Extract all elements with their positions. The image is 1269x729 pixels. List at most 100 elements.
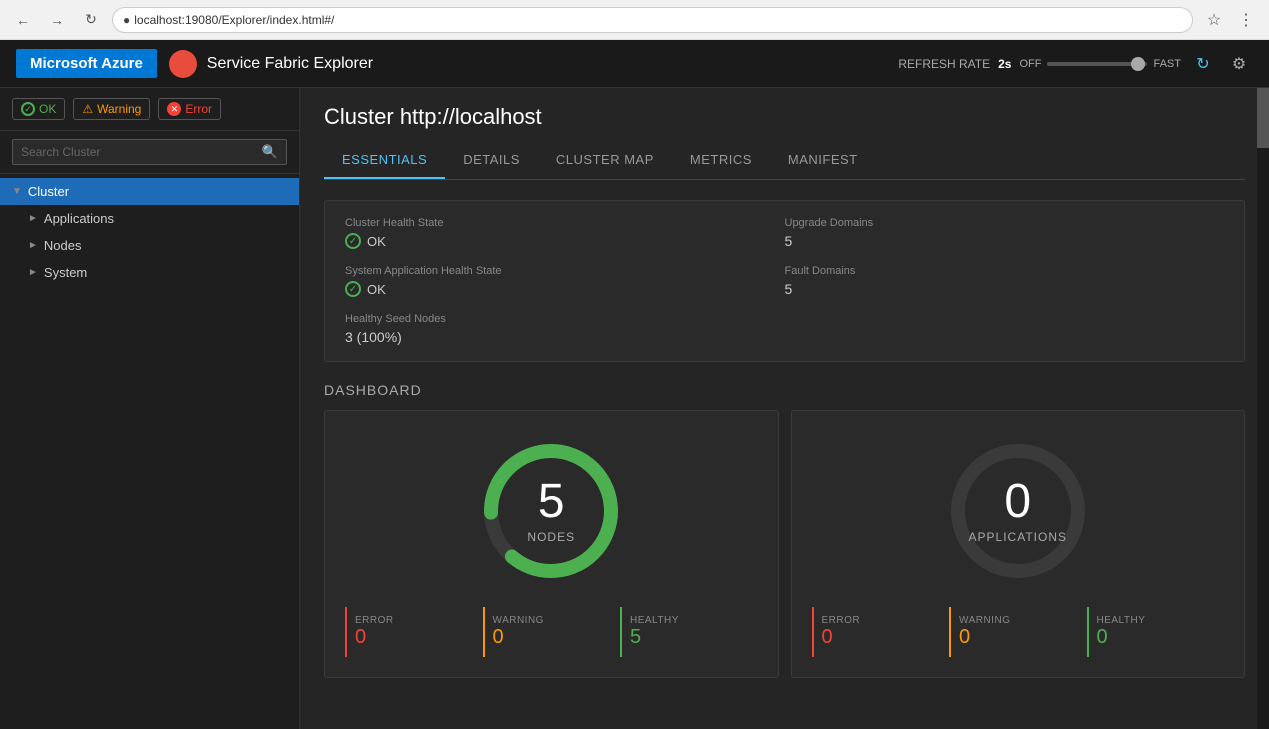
fault-domains-field: Fault Domains 5 [785,265,1225,297]
apps-error-label: ERROR [822,615,946,626]
tab-metrics[interactable]: METRICS [672,142,770,179]
settings-button[interactable]: ⚙ [1225,50,1253,78]
app-title-container: Service Fabric Explorer [169,50,373,78]
cluster-label: Cluster [28,184,69,199]
cluster-health-value: ✓ OK [345,233,785,249]
app-container: Microsoft Azure Service Fabric Explorer … [0,40,1269,729]
error-status-badge[interactable]: ✕ Error [158,98,221,120]
nodes-warning-value: 0 [493,626,617,649]
app-logo-icon [169,50,197,78]
ok-status-badge[interactable]: ✓ OK [12,98,65,120]
upgrade-domains-value: 5 [785,233,1225,249]
tab-cluster-map[interactable]: CLUSTER MAP [538,142,672,179]
nodes-chevron-icon: ► [28,240,38,251]
warning-status-badge[interactable]: ⚠ Warning [73,98,150,120]
sidebar-item-cluster[interactable]: ▼ Cluster [0,178,299,205]
system-health-ok-icon: ✓ [345,281,361,297]
search-input[interactable] [13,140,254,164]
fault-domains-value: 5 [785,281,1225,297]
cluster-health-label: Cluster Health State [345,217,785,229]
scrollbar-track[interactable] [1257,88,1269,729]
tab-manifest[interactable]: MANIFEST [770,142,876,179]
apps-donut-center: 0 APPLICATIONS [969,478,1067,544]
nodes-donut: 5 NODES [471,431,631,591]
apps-warning-label: WARNING [959,615,1083,626]
browser-actions: ☆ ⋮ [1201,7,1259,33]
sidebar-item-system[interactable]: ► System [0,259,299,286]
ok-icon: ✓ [21,102,35,116]
system-app-health-field: System Application Health State ✓ OK [345,265,785,297]
sidebar-item-applications[interactable]: ► Applications [0,205,299,232]
more-button[interactable]: ⋮ [1233,7,1259,33]
nodes-warning-stat: WARNING 0 [483,607,621,657]
applications-label: Applications [44,211,114,226]
dashboard-title: DASHBOARD [324,382,1245,398]
essentials-panel: Cluster Health State ✓ OK Upgrade Domain… [300,180,1269,382]
address-bar[interactable]: ● localhost:19080/Explorer/index.html#/ [112,7,1193,33]
tab-details[interactable]: DETAILS [445,142,538,179]
content-area: Cluster http://localhost ESSENTIALS DETA… [300,88,1269,729]
sidebar: ✓ OK ⚠ Warning ✕ Error 🔍 [0,88,300,729]
slider-fast-label: FAST [1153,58,1181,70]
main-layout: ✓ OK ⚠ Warning ✕ Error 🔍 [0,88,1269,729]
slider-off-label: OFF [1019,58,1041,70]
apps-error-stat: ERROR 0 [812,607,950,657]
nodes-label: Nodes [44,238,82,253]
apps-label: APPLICATIONS [969,530,1067,544]
refresh-rate-value: 2s [998,57,1011,71]
forward-button[interactable]: → [44,7,70,33]
upgrade-domains-label: Upgrade Domains [785,217,1225,229]
apps-warning-value: 0 [959,626,1083,649]
cluster-health-text: OK [367,234,386,249]
back-button[interactable]: ← [10,7,36,33]
system-app-health-value: ✓ OK [345,281,785,297]
fault-domains-label: Fault Domains [785,265,1225,277]
warning-label: Warning [97,102,141,116]
nodes-healthy-value: 5 [630,626,754,649]
nodes-stats: ERROR 0 WARNING 0 HEALTHY 5 [345,607,758,657]
search-input-container: 🔍 [12,139,287,165]
nodes-label: NODES [527,530,575,544]
sidebar-item-nodes[interactable]: ► Nodes [0,232,299,259]
nodes-donut-center: 5 NODES [527,478,575,544]
cluster-prefix: Cluster [324,104,394,129]
system-label: System [44,265,87,280]
brand-name[interactable]: Microsoft Azure [16,49,157,78]
healthy-seed-nodes-label: Healthy Seed Nodes [345,313,785,325]
nodes-error-value: 0 [355,626,479,649]
error-label: Error [185,102,212,116]
tree-nav: ▼ Cluster ► Applications ► Nodes ► Syste… [0,174,299,729]
cluster-health-field: Cluster Health State ✓ OK [345,217,785,249]
cluster-chevron-icon: ▼ [12,186,22,197]
cluster-url: http://localhost [400,104,542,129]
search-button[interactable]: 🔍 [254,140,286,164]
apps-healthy-stat: HEALTHY 0 [1087,607,1225,657]
content-header: Cluster http://localhost ESSENTIALS DETA… [300,88,1269,180]
refresh-icon-button[interactable]: ↻ [1189,50,1217,78]
nodes-card: 5 NODES ERROR 0 WARNING 0 [324,410,779,678]
error-icon: ✕ [167,102,181,116]
system-app-health-label: System Application Health State [345,265,785,277]
search-bar: 🔍 [0,131,299,174]
refresh-slider-container: OFF FAST [1019,58,1181,70]
essentials-grid: Cluster Health State ✓ OK Upgrade Domain… [324,200,1245,362]
nodes-healthy-stat: HEALTHY 5 [620,607,758,657]
refresh-button[interactable]: ↻ [78,7,104,33]
system-chevron-icon: ► [28,267,38,278]
apps-healthy-label: HEALTHY [1097,615,1221,626]
browser-chrome: ← → ↻ ● localhost:19080/Explorer/index.h… [0,0,1269,40]
app-header: Microsoft Azure Service Fabric Explorer … [0,40,1269,88]
dashboard-section: DASHBOARD [300,382,1269,702]
dashboard-cards: 5 NODES ERROR 0 WARNING 0 [324,410,1245,678]
tab-essentials[interactable]: ESSENTIALS [324,142,445,179]
system-app-health-text: OK [367,282,386,297]
refresh-slider[interactable] [1047,62,1147,66]
tabs: ESSENTIALS DETAILS CLUSTER MAP METRICS M… [324,142,1245,180]
healthy-seed-nodes-value: 3 (100%) [345,329,785,345]
slider-thumb [1131,57,1145,71]
nodes-error-label: ERROR [355,615,479,626]
warning-icon: ⚠ [82,102,93,116]
nodes-count: 5 [527,478,575,526]
scrollbar-thumb[interactable] [1257,88,1269,148]
bookmark-button[interactable]: ☆ [1201,7,1227,33]
